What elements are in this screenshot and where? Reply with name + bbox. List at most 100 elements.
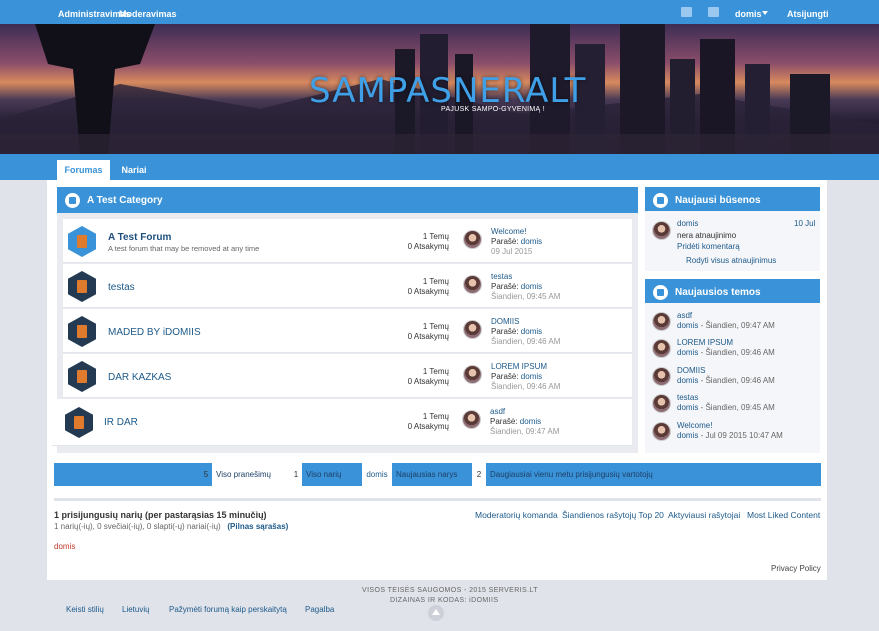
add-comment-link[interactable]: Pridėti komentarą: [677, 242, 740, 251]
avatar[interactable]: [652, 422, 671, 441]
most-liked-link[interactable]: Most Liked Content: [747, 510, 820, 520]
design-credit: DIZAINAS IR KODAS: iDOMIIS: [390, 597, 499, 604]
topic-link[interactable]: testas: [677, 393, 698, 402]
topic-user[interactable]: domis: [677, 403, 698, 412]
category-icon: [65, 193, 80, 208]
forum-name[interactable]: A Test Forum: [108, 232, 171, 243]
mark-read-link[interactable]: Pažymėti forumą kaip perskaitytą: [169, 605, 287, 614]
last-post-title[interactable]: DOMIIS: [491, 317, 519, 326]
forum-icon: [68, 316, 96, 347]
avatar[interactable]: [652, 312, 671, 331]
moderators-link[interactable]: Moderatorių komanda: [475, 510, 558, 520]
topics-title: Naujausios temos: [675, 287, 761, 298]
privacy-policy-link[interactable]: Privacy Policy: [771, 564, 821, 573]
site-title: SAMPASNERALT: [309, 71, 587, 111]
forum-row: A Test Forum A test forum that may be re…: [63, 219, 632, 263]
topic-user[interactable]: domis: [677, 321, 698, 330]
scroll-top-icon[interactable]: [428, 605, 444, 621]
status-icon: [653, 193, 668, 208]
status-user[interactable]: domis: [677, 219, 698, 228]
envelope-icon[interactable]: [681, 7, 692, 17]
status-body: domis 10 Jul nera atnaujinimo Pridėti ko…: [645, 211, 820, 271]
last-post-user[interactable]: domis: [521, 327, 542, 336]
notifications-icon[interactable]: [708, 7, 719, 17]
language-link[interactable]: Lietuvių: [122, 605, 150, 614]
status-date: 10 Jul: [794, 219, 816, 228]
online-detail: 1 narių(-ių), 0 svečiai(-ių), 0 slapti(-…: [54, 522, 289, 531]
list-item: LOREM IPSUM domis - Šiandien, 09:46 AM: [652, 337, 817, 361]
forum-name[interactable]: testas: [108, 282, 135, 293]
tab-nariai[interactable]: Nariai: [112, 160, 156, 180]
header-banner: SAMPASNERALT PAJUSK SAMPO-GYVENIMĄ !: [0, 24, 879, 154]
avatar[interactable]: [463, 320, 482, 339]
last-post-title[interactable]: Welcome!: [491, 227, 526, 236]
forum-desc: A test forum that may be removed at any …: [108, 244, 260, 253]
posts-count: 5: [203, 470, 209, 479]
topics-header: Naujausios temos: [645, 279, 820, 303]
category-title[interactable]: A Test Category: [87, 195, 163, 206]
avatar[interactable]: [463, 365, 482, 384]
forum-name[interactable]: MADED BY iDOMIIS: [108, 327, 201, 338]
last-post-title[interactable]: asdf: [490, 407, 505, 416]
moderation-link[interactable]: Moderavimas: [119, 9, 177, 19]
avatar[interactable]: [463, 275, 482, 294]
full-list-link[interactable]: (Pilnas sąrašas): [227, 522, 288, 531]
last-post-title[interactable]: LOREM IPSUM: [491, 362, 547, 371]
top-bar: Administravimas Moderavimas domis Atsiju…: [0, 0, 879, 24]
topics-icon: [653, 285, 668, 300]
tab-forumas[interactable]: Forumas: [57, 160, 110, 180]
topics-body: asdf domis - Šiandien, 09:47 AM LOREM IP…: [645, 303, 820, 453]
avatar[interactable]: [652, 221, 671, 240]
list-item: asdf domis - Šiandien, 09:47 AM: [652, 310, 817, 334]
forum-row: MADED BY iDOMIIS 1 Temų 0 Atsakymų DOMIIS…: [63, 309, 632, 353]
last-post-user[interactable]: domis: [520, 417, 541, 426]
avatar[interactable]: [652, 339, 671, 358]
chevron-down-icon[interactable]: [762, 11, 768, 15]
category-header: A Test Category: [57, 187, 638, 213]
avatar[interactable]: [463, 230, 482, 249]
last-post-user[interactable]: domis: [521, 237, 542, 246]
view-all-status-link[interactable]: Rodyti visus atnaujinimus: [686, 256, 776, 265]
list-item: Welcome! domis - Jul 09 2015 10:47 AM: [652, 420, 817, 444]
main-nav: Forumas Nariai: [0, 154, 879, 180]
forum-stats: 1 Temų 0 Atsakymų: [407, 232, 449, 251]
topic-link[interactable]: Welcome!: [677, 421, 712, 430]
user-menu[interactable]: domis: [735, 9, 762, 19]
topic-user[interactable]: domis: [677, 376, 698, 385]
last-post: Welcome! Parašė: domis 09 Jul 2015: [491, 227, 543, 256]
avatar[interactable]: [462, 410, 481, 429]
forum-icon: [68, 271, 96, 302]
forum-icon: [65, 407, 93, 438]
topic-link[interactable]: LOREM IPSUM: [677, 338, 733, 347]
forum-name[interactable]: IR DAR: [104, 417, 138, 428]
last-post-title[interactable]: testas: [491, 272, 512, 281]
last-post: LOREM IPSUM Parašė: domis Šiandien, 09:4…: [491, 362, 561, 391]
avatar[interactable]: [652, 394, 671, 413]
top-posters-link[interactable]: Šiandienos rašytojų Top 20: [562, 510, 664, 520]
help-link[interactable]: Pagalba: [305, 605, 334, 614]
online-user-link[interactable]: domis: [54, 542, 75, 551]
newest-label: Naujausias narys: [396, 470, 458, 479]
status-text: nera atnaujinimo: [677, 231, 737, 240]
newest-member-link[interactable]: domis: [362, 463, 392, 486]
online-record-count: 2: [472, 463, 486, 486]
active-posters-link[interactable]: Aktyviausi rašytojai: [668, 510, 740, 520]
forum-stats: 1 Temų 0 Atsakymų: [407, 322, 449, 341]
topic-link[interactable]: DOMIIS: [677, 366, 705, 375]
topic-user[interactable]: domis: [677, 431, 698, 440]
last-post: asdf Parašė: domis Šiandien, 09:47 AM: [490, 407, 560, 436]
copyright-text: VISOS TEISĖS SAUGOMOS - 2015 SERVERIS.LT: [362, 587, 538, 594]
online-title: 1 prisijungusių narių (per pastarąsias 1…: [54, 510, 267, 520]
topic-link[interactable]: asdf: [677, 311, 692, 320]
last-post-user[interactable]: domis: [521, 372, 542, 381]
forum-stats: 1 Temų 0 Atsakymų: [407, 412, 449, 431]
list-item: testas domis - Šiandien, 09:45 AM: [652, 392, 817, 416]
forum-name[interactable]: DAR KAZKAS: [108, 372, 171, 383]
topic-user[interactable]: domis: [677, 348, 698, 357]
avatar[interactable]: [652, 367, 671, 386]
change-style-link[interactable]: Keisti stilių: [66, 605, 104, 614]
logout-link[interactable]: Atsijungti: [787, 9, 829, 19]
last-post-user[interactable]: domis: [521, 282, 542, 291]
forum-icon: [68, 361, 96, 392]
forum-new-icon: [68, 226, 96, 257]
